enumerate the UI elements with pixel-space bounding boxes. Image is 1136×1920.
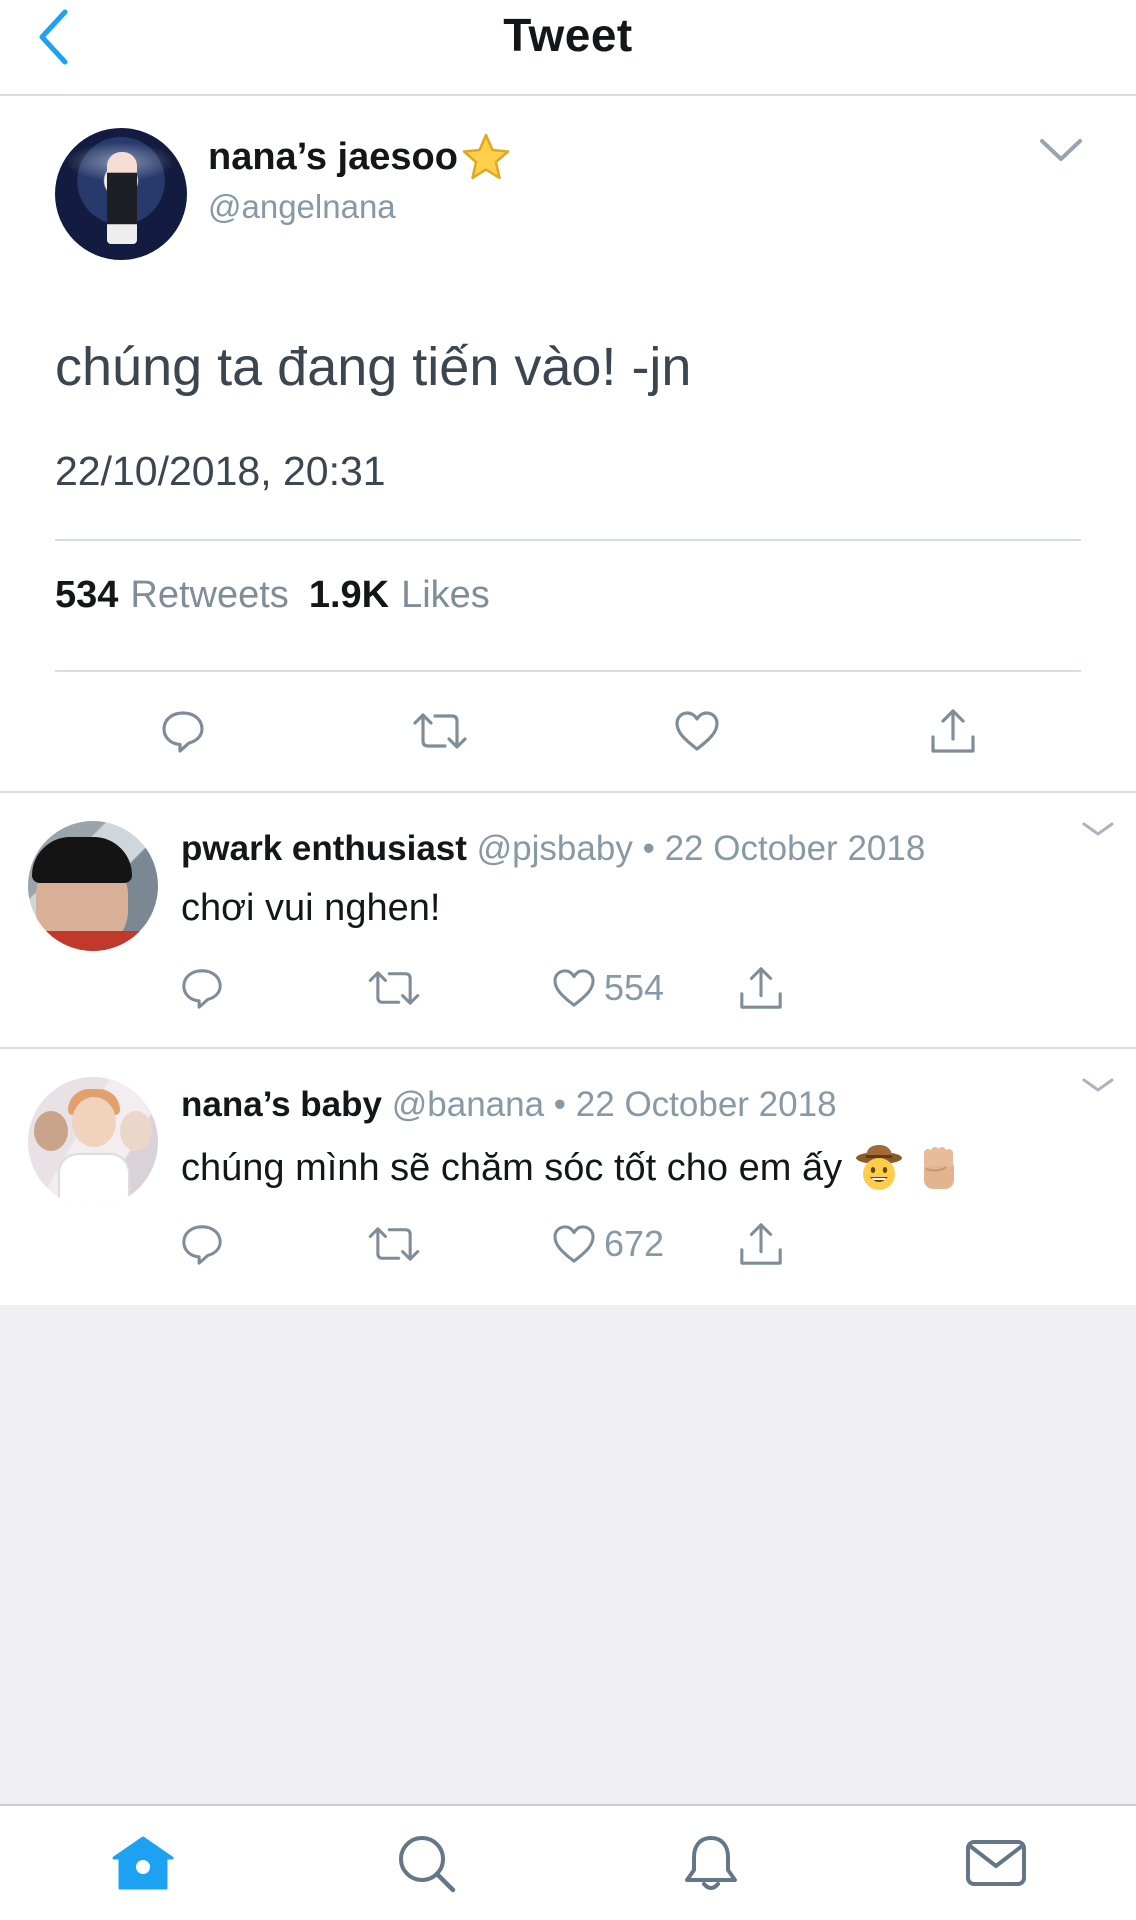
tweet-text: chúng ta đang tiến vào! -jn xyxy=(55,337,692,397)
tab-home[interactable] xyxy=(108,1828,178,1898)
share-button[interactable] xyxy=(738,1217,784,1271)
reply-button[interactable] xyxy=(180,961,224,1015)
reply-text-content: chúng mình sẽ chăm sóc tốt cho em ấy xyxy=(181,1146,843,1189)
tab-bar xyxy=(0,1804,1136,1920)
home-icon xyxy=(112,1836,174,1890)
chevron-down-icon xyxy=(1082,822,1114,836)
author-name[interactable]: nana’s jaesoo xyxy=(208,132,512,182)
tab-search[interactable] xyxy=(391,1828,461,1898)
raised-fist-emoji xyxy=(916,1143,962,1193)
retweet-icon xyxy=(413,713,467,749)
chevron-down-icon xyxy=(1082,1078,1114,1092)
reply-author-handle[interactable]: @pjsbaby xyxy=(477,829,633,868)
reply-icon xyxy=(162,711,204,753)
share-icon xyxy=(931,709,975,753)
tweet-timestamp: 22/10/2018, 20:31 xyxy=(55,448,386,494)
author-handle[interactable]: @angelnana xyxy=(208,188,396,226)
share-icon xyxy=(740,1223,782,1265)
divider xyxy=(55,670,1081,672)
like-button[interactable]: 554 xyxy=(552,961,664,1015)
reply-header: nana’s baby @banana • 22 October 2018 xyxy=(181,1085,837,1125)
empty-area xyxy=(0,1305,1136,1804)
top-nav-bar: Tweet xyxy=(0,0,1136,96)
reply-tweet[interactable]: nana’s baby @banana • 22 October 2018 ch… xyxy=(0,1049,1136,1305)
tweet-menu-button[interactable] xyxy=(1036,132,1086,168)
share-icon xyxy=(740,967,782,1009)
reply-text-content: chơi vui nghen! xyxy=(181,887,441,929)
reply-actions: 554 xyxy=(0,961,1136,1015)
reply-button[interactable] xyxy=(148,696,218,766)
reply-icon xyxy=(182,969,222,1009)
reply-tweet[interactable]: pwark enthusiast @pjsbaby • 22 October 2… xyxy=(0,793,1136,1049)
main-tweet: nana’s jaesoo @angelnana chúng ta đang t… xyxy=(0,96,1136,793)
reply-actions: 672 xyxy=(0,1217,1136,1271)
author-avatar[interactable] xyxy=(55,128,187,260)
messages-icon xyxy=(966,1840,1026,1886)
separator-dot: • xyxy=(553,1085,567,1124)
like-button[interactable] xyxy=(662,696,732,766)
like-count: 672 xyxy=(604,1223,665,1264)
reply-icon xyxy=(182,1225,222,1265)
heart-icon xyxy=(553,1225,595,1263)
reply-menu-button[interactable] xyxy=(1080,817,1116,841)
reply-date: 22 October 2018 xyxy=(664,829,926,868)
heart-icon xyxy=(675,711,719,751)
tab-messages[interactable] xyxy=(961,1828,1031,1898)
star-icon xyxy=(460,132,512,182)
reply-author-name[interactable]: pwark enthusiast xyxy=(181,829,467,868)
likes-stat[interactable]: 1.9K Likes xyxy=(309,574,490,617)
retweet-button[interactable] xyxy=(405,696,475,766)
retweets-stat[interactable]: 534 Retweets xyxy=(55,574,289,617)
retweet-button[interactable] xyxy=(368,961,420,1015)
search-icon xyxy=(399,1836,456,1893)
tweet-actions xyxy=(0,696,1136,766)
retweet-button[interactable] xyxy=(368,1217,420,1271)
reply-author-name[interactable]: nana’s baby xyxy=(181,1085,382,1124)
retweet-icon xyxy=(368,1227,420,1261)
reply-date: 22 October 2018 xyxy=(575,1085,837,1124)
heart-icon xyxy=(553,969,595,1007)
reply-text: chúng mình sẽ chăm sóc tốt cho em ấy xyxy=(181,1143,962,1193)
share-button[interactable] xyxy=(738,961,784,1015)
retweet-count: 534 xyxy=(55,574,119,616)
chevron-down-icon xyxy=(1040,139,1082,161)
like-count: 554 xyxy=(604,967,665,1008)
retweet-icon xyxy=(368,971,420,1005)
share-button[interactable] xyxy=(918,696,988,766)
like-label: Likes xyxy=(401,574,490,616)
reply-text: chơi vui nghen! xyxy=(181,887,440,930)
avatar[interactable] xyxy=(28,821,158,951)
reply-header: pwark enthusiast @pjsbaby • 22 October 2… xyxy=(181,829,925,869)
like-count: 1.9K xyxy=(308,574,390,616)
page-title: Tweet xyxy=(503,9,633,61)
reply-menu-button[interactable] xyxy=(1080,1073,1116,1097)
cowboy-face-emoji xyxy=(854,1143,904,1193)
author-name-text: nana’s jaesoo xyxy=(208,135,458,178)
separator-dot: • xyxy=(642,829,655,868)
reply-button[interactable] xyxy=(180,1217,224,1271)
avatar[interactable] xyxy=(28,1077,158,1207)
tweet-stats: 534 Retweets 1.9K Likes xyxy=(55,574,490,617)
tab-notifications[interactable] xyxy=(676,1828,746,1898)
divider xyxy=(55,539,1081,541)
retweet-label: Retweets xyxy=(130,574,289,616)
reply-author-handle[interactable]: @banana xyxy=(392,1085,544,1124)
like-button[interactable]: 672 xyxy=(552,1217,664,1271)
notifications-icon xyxy=(685,1836,737,1890)
